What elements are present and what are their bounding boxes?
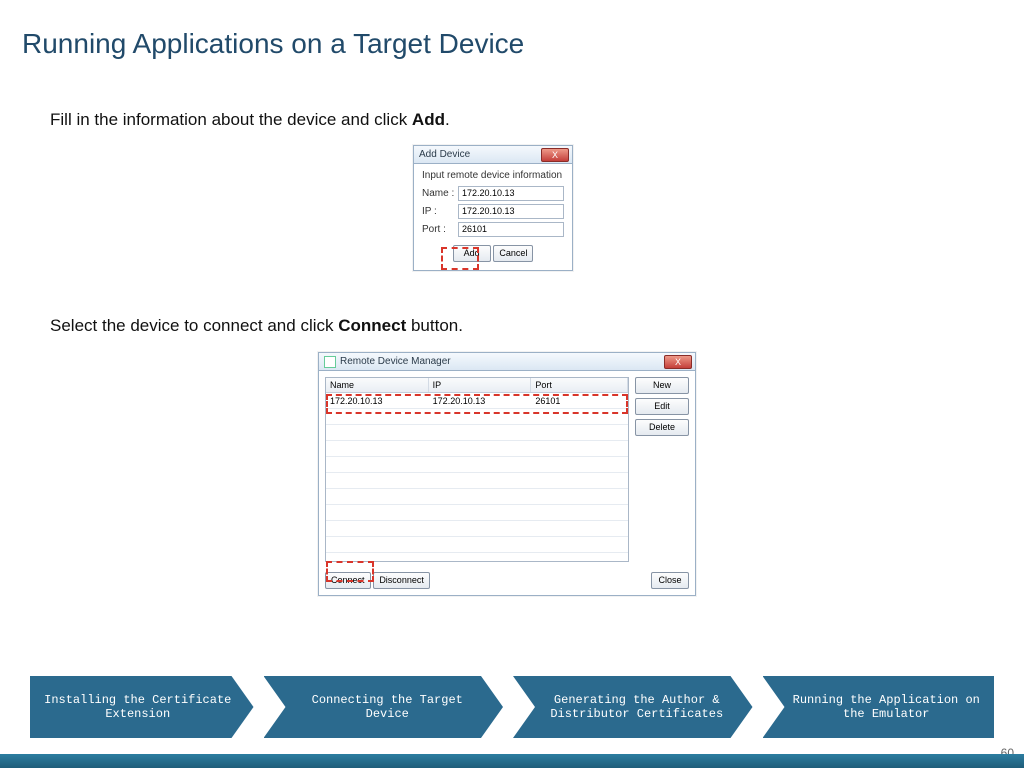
ip-row: IP : 172.20.10.13 [422,204,564,219]
close-icon[interactable]: X [664,355,692,369]
instruction-1-post: . [445,110,450,129]
add-device-titlebar: Add Device X [414,146,572,164]
instruction-1-pre: Fill in the information about the device… [50,110,412,129]
close-icon[interactable]: X [541,148,569,162]
page-title: Running Applications on a Target Device [22,28,524,60]
step-nav: Installing the Certificate Extension Con… [30,676,994,738]
col-name: Name [326,378,429,392]
step-label: Running the Application on the Emulator [793,693,981,721]
instruction-2-post: button. [406,316,463,335]
add-device-buttons: Add Cancel [422,245,564,262]
device-table: Name IP Port 172.20.10.13 172.20.10.13 2… [325,377,629,562]
step-label: Generating the Author & Distributor Cert… [543,693,731,721]
step-label: Connecting the Target Device [294,693,482,721]
add-device-title: Add Device [419,149,470,160]
table-row[interactable] [326,425,628,441]
edit-button[interactable]: Edit [635,398,689,415]
device-manager-body: Name IP Port 172.20.10.13 172.20.10.13 2… [319,371,695,568]
cell-name: 172.20.10.13 [326,396,429,406]
cell-port: 26101 [531,396,628,406]
add-button[interactable]: Add [453,245,491,262]
device-manager-titlebar: Remote Device Manager X [319,353,695,371]
port-row: Port : 26101 [422,222,564,237]
ip-input[interactable]: 172.20.10.13 [458,204,564,219]
step-install-cert[interactable]: Installing the Certificate Extension [30,676,254,738]
instruction-1: Fill in the information about the device… [50,110,450,130]
name-label: Name : [422,188,458,199]
cell-ip: 172.20.10.13 [429,396,532,406]
close-button[interactable]: Close [651,572,689,589]
step-label: Installing the Certificate Extension [44,693,232,721]
device-manager-title: Remote Device Manager [340,356,451,367]
instruction-1-bold: Add [412,110,445,129]
port-input[interactable]: 26101 [458,222,564,237]
ip-label: IP : [422,206,458,217]
table-row[interactable] [326,521,628,537]
table-row[interactable] [326,505,628,521]
port-label: Port : [422,224,458,235]
cancel-button[interactable]: Cancel [493,245,533,262]
step-connect-device[interactable]: Connecting the Target Device [264,676,504,738]
add-device-dialog: Add Device X Input remote device informa… [413,145,573,271]
add-device-heading: Input remote device information [422,170,564,181]
delete-button[interactable]: Delete [635,419,689,436]
name-row: Name : 172.20.10.13 [422,186,564,201]
table-row[interactable] [326,537,628,553]
instruction-2: Select the device to connect and click C… [50,316,463,336]
name-input[interactable]: 172.20.10.13 [458,186,564,201]
connect-button[interactable]: Connect [325,572,371,589]
disconnect-button[interactable]: Disconnect [373,572,430,589]
table-row[interactable] [326,489,628,505]
instruction-2-pre: Select the device to connect and click [50,316,338,335]
table-body: 172.20.10.13 172.20.10.13 26101 [326,393,628,561]
table-row[interactable] [326,441,628,457]
footer-bar [0,754,1024,768]
table-row[interactable] [326,409,628,425]
instruction-2-bold: Connect [338,316,406,335]
device-manager-footer: Connect Disconnect Close [319,568,695,595]
table-header: Name IP Port [326,378,628,393]
step-generate-certs[interactable]: Generating the Author & Distributor Cert… [513,676,753,738]
table-row[interactable] [326,473,628,489]
step-run-emulator[interactable]: Running the Application on the Emulator [763,676,995,738]
col-ip: IP [429,378,532,392]
device-manager-dialog: Remote Device Manager X Name IP Port 172… [318,352,696,596]
col-port: Port [531,378,628,392]
side-buttons: New Edit Delete [635,377,689,562]
table-row[interactable] [326,457,628,473]
add-device-body: Input remote device information Name : 1… [414,164,572,270]
table-row[interactable]: 172.20.10.13 172.20.10.13 26101 [326,393,628,409]
new-button[interactable]: New [635,377,689,394]
app-icon [324,356,336,368]
